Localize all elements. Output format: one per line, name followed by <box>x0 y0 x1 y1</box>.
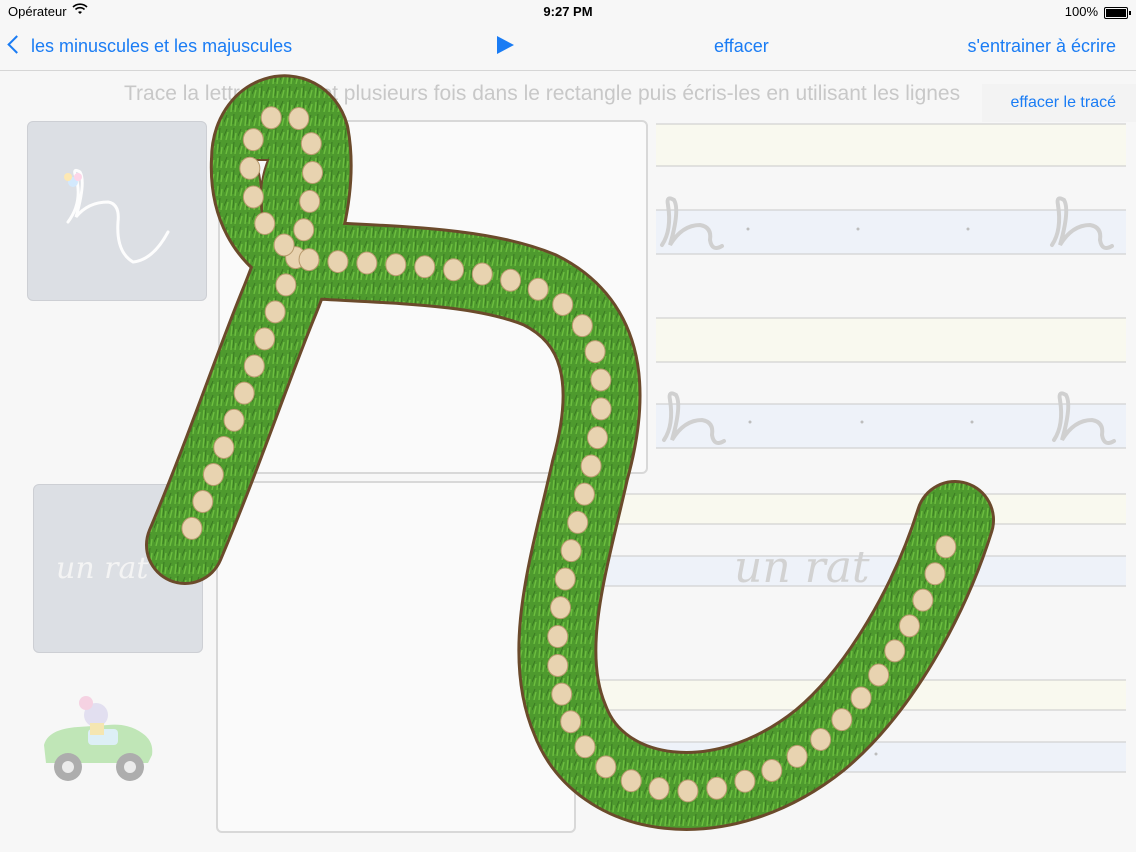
tracing-dot <box>302 161 324 185</box>
tracing-dot <box>239 156 261 180</box>
tracing-dot <box>560 539 582 563</box>
tracing-dot <box>288 107 310 131</box>
tracing-dot <box>293 218 315 242</box>
tracing-dot <box>734 769 756 793</box>
tracing-dot <box>580 454 602 478</box>
tracing-dot <box>677 779 699 803</box>
tracing-dot <box>786 744 808 768</box>
tracing-dot <box>254 327 276 351</box>
tracing-dot <box>202 463 224 487</box>
tracing-dot <box>552 292 574 316</box>
tracing-dot <box>275 273 297 297</box>
tracing-dot <box>443 258 465 282</box>
tracing-dot <box>385 253 407 277</box>
tracing-dot <box>264 300 286 324</box>
tracing-dot <box>356 251 378 275</box>
tracing-dot <box>181 516 203 540</box>
tracing-dot <box>571 314 593 338</box>
tracing-dot <box>831 708 853 732</box>
tracing-dot <box>550 596 572 620</box>
tracing-dot <box>471 262 493 286</box>
tracing-dot <box>500 268 522 292</box>
tracing-dot <box>884 639 906 663</box>
tracing-dot <box>327 250 349 274</box>
tracing-dot <box>299 189 321 213</box>
tracing-dot <box>595 755 617 779</box>
tracing-dot <box>850 686 872 710</box>
tracing-dot <box>868 663 890 687</box>
tracing-dot <box>761 758 783 782</box>
tracing-dot <box>584 340 606 364</box>
tracing-dot <box>554 567 576 591</box>
tracing-dot <box>560 710 582 734</box>
tracing-dot <box>260 106 282 130</box>
tracing-dot <box>620 769 642 793</box>
tracing-dot <box>527 277 549 301</box>
tracing-dot <box>300 132 322 156</box>
tracing-dot <box>243 354 265 378</box>
tracing-dot <box>273 233 295 257</box>
tracing-dot <box>233 381 255 405</box>
tracing-dot <box>935 535 957 559</box>
big-letter-r-tracing[interactable] <box>0 0 1136 852</box>
tracing-dot <box>912 588 934 612</box>
tracing-dot <box>223 408 245 432</box>
tracing-dot <box>192 490 214 514</box>
tracing-dot <box>414 255 436 279</box>
tracing-dot <box>547 624 569 648</box>
tracing-dot <box>242 128 264 152</box>
tracing-dot <box>547 653 569 677</box>
tracing-dot <box>242 185 264 209</box>
tracing-dot <box>551 682 573 706</box>
tracing-dot <box>213 435 235 459</box>
tracing-dot <box>810 727 832 751</box>
tracing-dot <box>590 368 612 392</box>
tracing-dot <box>574 735 596 759</box>
tracing-dot <box>590 397 612 421</box>
tracing-dot <box>567 510 589 534</box>
tracing-dot <box>254 212 276 236</box>
tracing-dot <box>298 248 320 272</box>
tracing-dot <box>573 482 595 506</box>
tracing-dot <box>706 776 728 800</box>
tracing-dot <box>586 426 608 450</box>
tracing-dot <box>648 777 670 801</box>
tracing-dot <box>924 562 946 586</box>
tracing-dot <box>898 614 920 638</box>
